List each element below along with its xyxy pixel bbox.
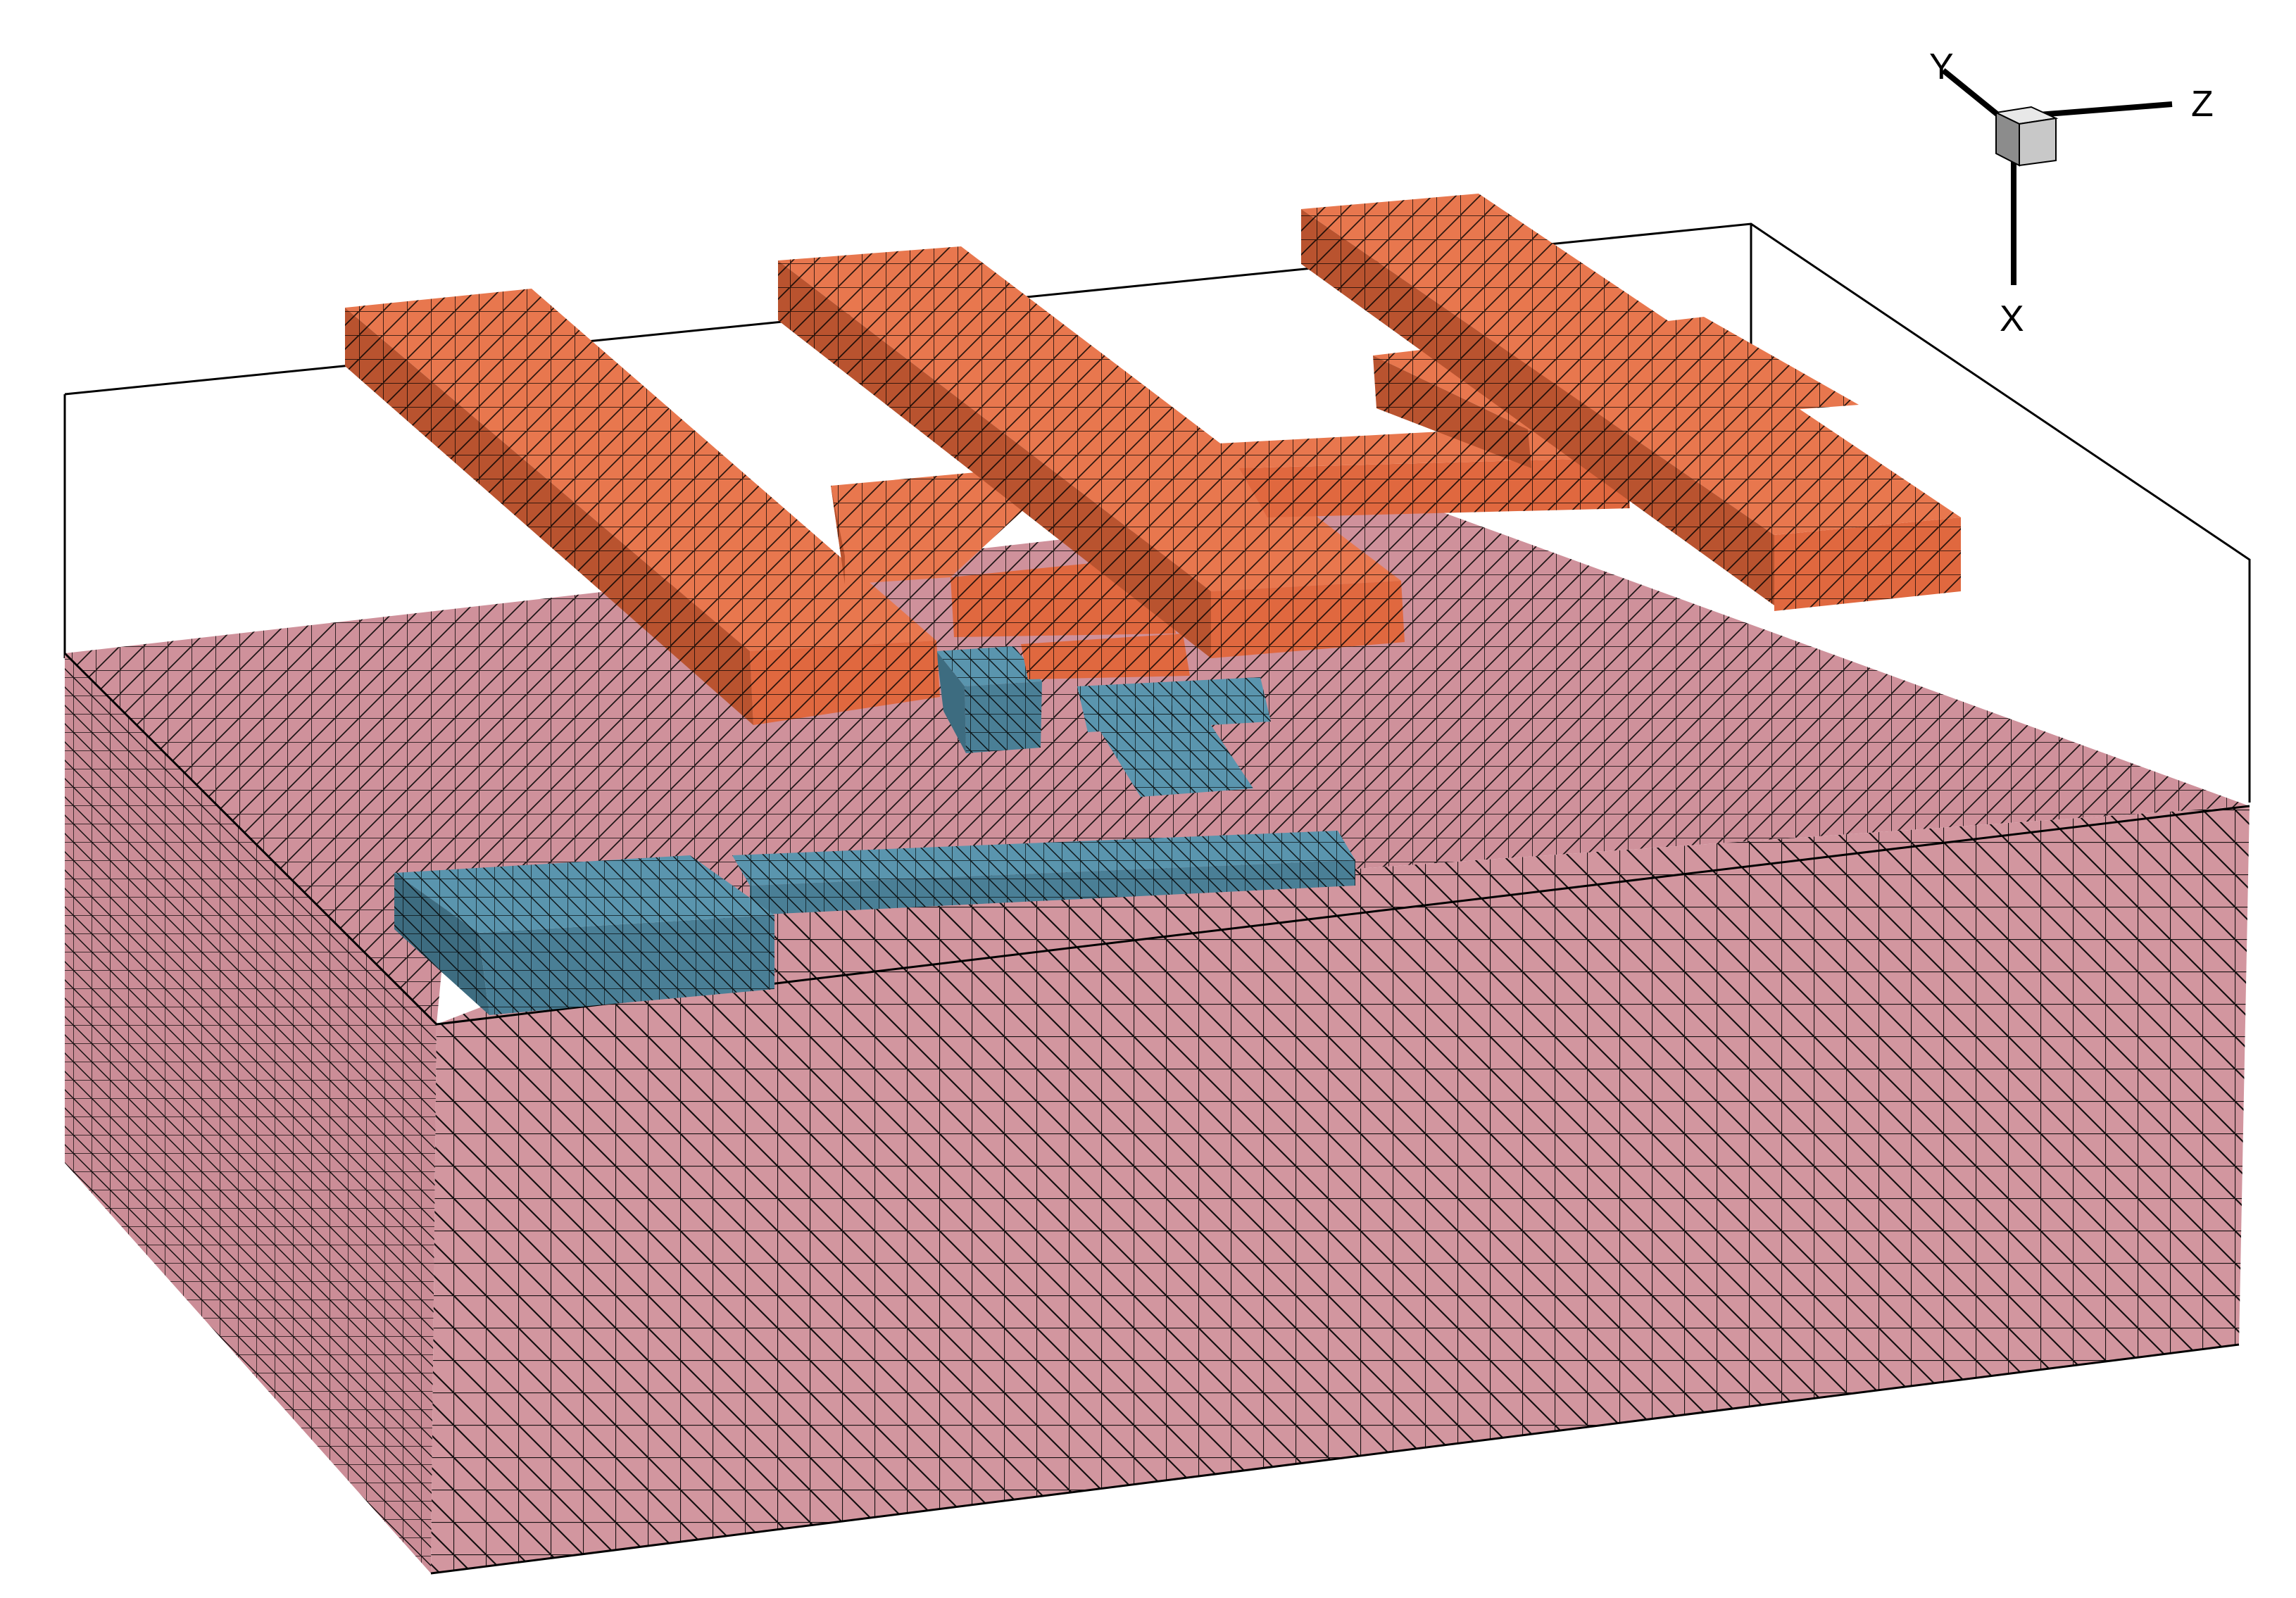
- triad-cube-icon: [1993, 106, 2059, 167]
- axis-label-z: Z: [2191, 84, 2214, 125]
- axis-label-x: X: [2000, 298, 2024, 339]
- axis-triad: Y Z X: [1929, 46, 2214, 339]
- axis-label-y: Y: [1929, 46, 1954, 87]
- mesh-viewport[interactable]: Y Z X: [0, 0, 2296, 1598]
- mesh-scene: Y Z X: [63, 46, 2251, 1575]
